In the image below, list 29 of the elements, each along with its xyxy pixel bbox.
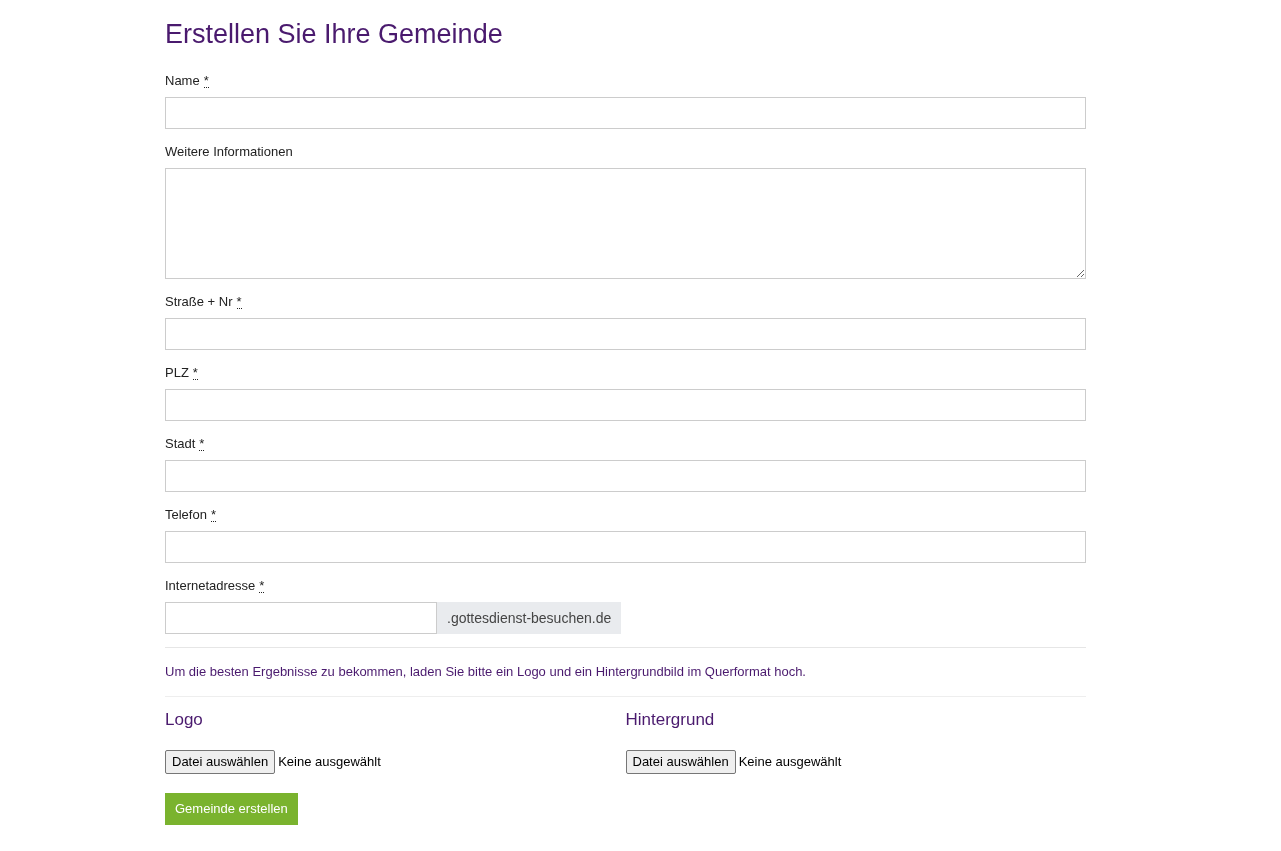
text-field[interactable] <box>165 318 1086 350</box>
required-mark: * <box>192 366 198 380</box>
file-status: Keine ausgewählt <box>278 753 381 772</box>
text-field[interactable] <box>165 97 1086 129</box>
field-label: Name <box>165 72 200 91</box>
text-field[interactable] <box>165 460 1086 492</box>
section-heading: Logo <box>165 709 204 731</box>
required-mark: * <box>199 437 205 451</box>
required-mark: * <box>259 579 265 593</box>
section-heading: Hintergrund <box>625 709 716 731</box>
required-mark: * <box>210 508 216 522</box>
text-field[interactable] <box>165 389 1086 421</box>
file-choose-button[interactable]: Datei auswählen <box>165 750 276 774</box>
field-label: Stadt <box>165 435 196 454</box>
field-label: Straße + Nr <box>165 293 233 312</box>
text-area[interactable] <box>165 168 1086 279</box>
text-field[interactable] <box>165 602 437 634</box>
required-mark: * <box>236 295 242 309</box>
field-label: Telefon <box>165 506 207 525</box>
file-choose-button[interactable]: Datei auswählen <box>625 750 736 774</box>
upload-hint: Um die besten Ergebnisse zu bekommen, laden Sie bitte ein Logo und ein Hintergrundbild im Querformat hoch. <box>165 663 807 681</box>
text-field[interactable] <box>165 531 1086 563</box>
file-status: Keine ausgewählt <box>738 753 842 772</box>
required-mark: * <box>203 74 209 88</box>
field-label: Weitere Informationen <box>165 143 293 162</box>
domain-suffix: .gottesdienst-besuchen.de <box>437 602 622 634</box>
field-label: Internetadresse <box>165 577 256 596</box>
field-label: PLZ <box>165 364 189 383</box>
page-title: Erstellen Sie Ihre Gemeinde <box>165 18 504 51</box>
